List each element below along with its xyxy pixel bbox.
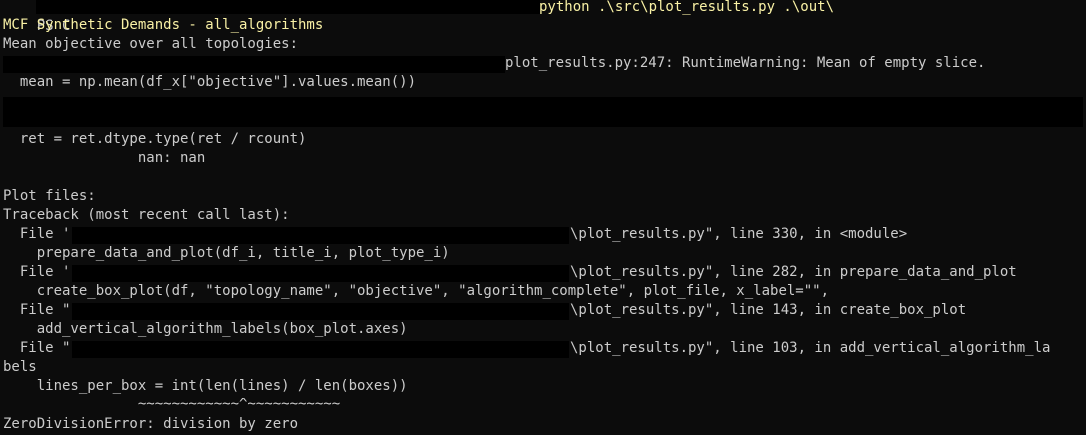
traceback-file-line: File ' [3, 225, 71, 244]
file-prefix: File " [3, 302, 71, 318]
traceback-code-line: prepare_data_and_plot(df_i, title_i, plo… [3, 245, 450, 261]
redaction-bar [3, 113, 1083, 127]
mean-header: Mean objective over all topologies: [3, 36, 299, 52]
terminal-window[interactable]: PS C python .\src\plot_results.py .\out\… [0, 0, 1086, 435]
file-prefix: File ' [3, 226, 71, 242]
runtime-warning: plot_results.py:247: RuntimeWarning: Mea… [505, 55, 986, 71]
traceback-code-line: create_box_plot(df, "topology_name", "ob… [3, 283, 830, 299]
mean-code-line: mean = np.mean(df_x["objective"].values.… [3, 74, 417, 90]
traceback-code-line: lines_per_box = int(len(lines) / len(box… [3, 378, 408, 394]
redaction-bar [72, 265, 569, 282]
ret-code-line: ret = ret.dtype.type(ret / rcount) [3, 131, 307, 147]
file-prefix: File " [3, 340, 71, 356]
redaction-bar [72, 341, 569, 358]
error-underline: ~~~~~~~~~~~~^~~~~~~~~~~~ [3, 398, 341, 410]
traceback-code-line: add_vertical_algorithm_labels(box_plot.a… [3, 321, 408, 337]
traceback-file-line: File " [3, 339, 71, 358]
file-suffix: \plot_results.py", line 330, in <module> [570, 226, 908, 242]
redaction-bar [3, 56, 505, 73]
redaction-bar [72, 227, 569, 244]
traceback-header: Traceback (most recent call last): [3, 207, 290, 223]
wrapped-text: bels [3, 359, 37, 375]
command-tail: python .\src\plot_results.py .\out\ [539, 0, 835, 15]
file-suffix: \plot_results.py", line 143, in create_b… [570, 302, 967, 318]
traceback-file-line: File ' [3, 263, 71, 282]
output-title: MCF Synthetic Demands - all_algorithms [3, 17, 324, 33]
redaction-bar [72, 303, 569, 320]
redaction-bar [36, 0, 540, 14]
file-suffix: \plot_results.py", line 103, in add_vert… [570, 340, 1051, 356]
traceback-file-line: File " [3, 301, 71, 320]
nan-line: nan: nan [3, 150, 206, 166]
file-suffix: \plot_results.py", line 282, in prepare_… [570, 264, 1017, 280]
file-prefix: File ' [3, 264, 71, 280]
redaction-bar [3, 97, 1083, 114]
error-message: ZeroDivisionError: division by zero [3, 416, 299, 432]
plot-files-label: Plot files: [3, 188, 96, 204]
